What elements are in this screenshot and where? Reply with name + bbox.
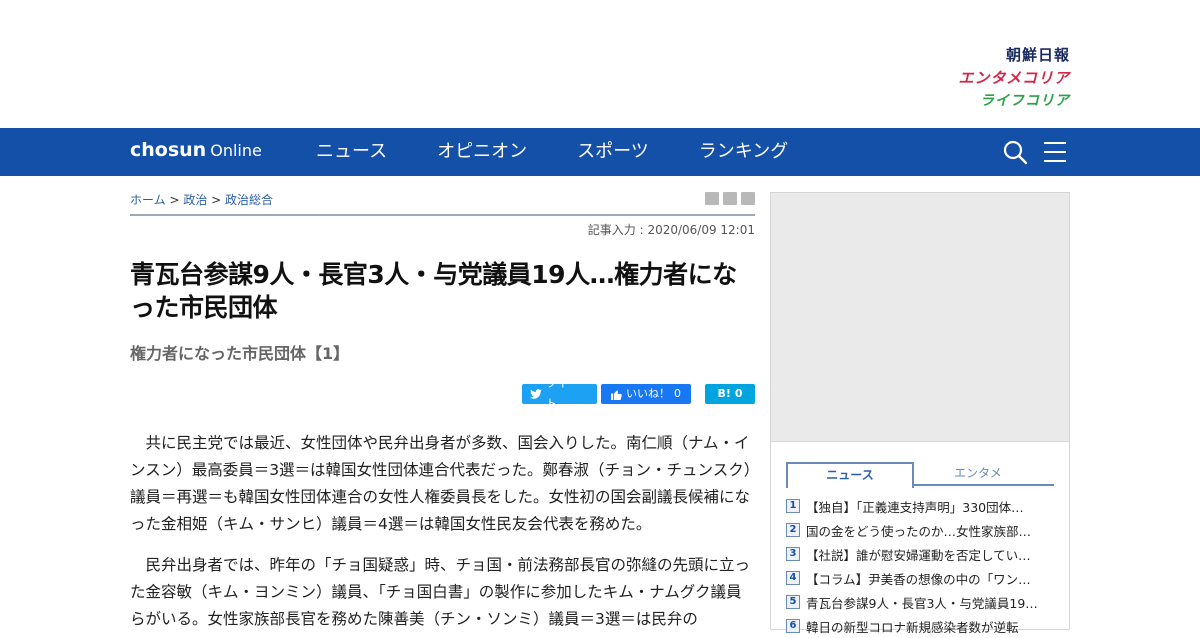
chosun-ilbo-link[interactable]: 朝鮮日報 <box>958 44 1070 67</box>
tab-news[interactable]: ニュース <box>786 462 914 488</box>
rank-number: 3 <box>786 547 800 561</box>
like-label: いいね！ <box>626 387 670 400</box>
breadcrumb-politics-general[interactable]: 政治総合 <box>225 193 273 207</box>
life-korea-link[interactable]: ライフコリア <box>958 90 1070 113</box>
main-navbar: chosun Online ニュース オピニオン スポーツ ランキング <box>0 128 1200 176</box>
facebook-like-button[interactable]: いいね！ 0 <box>601 384 691 404</box>
breadcrumb: ホーム > 政治 > 政治総合 <box>130 191 273 208</box>
thumbs-up-icon <box>611 389 622 400</box>
article-paragraph: 民弁出身者では、昨年の「チョ国疑惑」時、チョ国・前法務部長官の弥縫の先頭に立った… <box>130 556 751 628</box>
breadcrumb-row: ホーム > 政治 > 政治総合 <box>130 176 755 216</box>
article-tools <box>705 192 755 205</box>
rank-number: 4 <box>786 571 800 585</box>
print-icon[interactable] <box>705 192 719 205</box>
rank-title: 青瓦台参謀9人・長官3人・与党議員19… <box>806 595 1038 611</box>
nav-item-opinion[interactable]: オピニオン <box>437 128 527 176</box>
list-item[interactable]: 1 【独自】「正義連支持声明」330団体… <box>786 494 1054 518</box>
hatena-count: 0 <box>734 387 743 400</box>
rank-title: 国の金をどう使ったのか…女性家族部… <box>806 523 1032 539</box>
list-item[interactable]: 3 【社説】誰が慰安婦運動を否定してい… <box>786 542 1054 566</box>
rank-number: 6 <box>786 619 800 633</box>
ranking-list: 1 【独自】「正義連支持声明」330団体… 2 国の金をどう使ったのか…女性家族… <box>786 494 1054 638</box>
ad-placeholder <box>770 192 1070 442</box>
brand-links: 朝鮮日報 エンタメコリア ライフコリア <box>958 44 1070 113</box>
list-item[interactable]: 2 国の金をどう使ったのか…女性家族部… <box>786 518 1054 542</box>
ranking-box: ニュース エンタメ 1 【独自】「正義連支持声明」330団体… 2 国の金をどう… <box>770 442 1070 635</box>
rank-number: 2 <box>786 523 800 537</box>
list-item[interactable]: 4 【コラム】尹美香の想像の中の「ワン… <box>786 566 1054 590</box>
twitter-bird-icon <box>530 389 542 399</box>
rank-number: 5 <box>786 595 800 609</box>
rank-title: 【社説】誰が慰安婦運動を否定してい… <box>806 547 1031 563</box>
search-icon[interactable] <box>1002 139 1028 165</box>
article-paragraph: 共に民主党では最近、女性団体や民弁出身者が多数、国会入りした。南仁順（ナム・イン… <box>130 434 752 533</box>
rank-title: 【独自】「正義連支持声明」330団体… <box>806 499 1024 515</box>
article-date: 記事入力 : 2020/06/09 12:01 <box>587 223 755 237</box>
sidebar: ニュース エンタメ 1 【独自】「正義連支持声明」330団体… 2 国の金をどう… <box>770 192 1070 635</box>
article-body: 共に民主党では最近、女性団体や民弁出身者が多数、国会入りした。南仁順（ナム・イン… <box>130 430 755 633</box>
ranking-tabs: ニュース エンタメ <box>786 462 1054 488</box>
rank-title: 【コラム】尹美香の想像の中の「ワン… <box>806 571 1031 587</box>
nav-item-sports[interactable]: スポーツ <box>577 128 649 176</box>
list-item[interactable]: 5 青瓦台参謀9人・長官3人・与党議員19… <box>786 590 1054 614</box>
tweet-label: ツイート <box>545 377 579 410</box>
nav-menu: ニュース オピニオン スポーツ ランキング <box>316 128 838 176</box>
article-subhead: 権力者になった市民団体【1】 <box>130 344 350 363</box>
menu-icon[interactable] <box>1042 139 1068 165</box>
like-count: 0 <box>674 387 681 400</box>
breadcrumb-home[interactable]: ホーム <box>130 193 166 207</box>
back-arrow-icon[interactable] <box>741 192 755 205</box>
nav-item-ranking[interactable]: ランキング <box>699 128 788 176</box>
article-main: ホーム > 政治 > 政治総合 記事入力 : 2020/06/09 12:01 … <box>130 176 755 630</box>
tweet-button[interactable]: ツイート <box>522 377 597 410</box>
rank-title: 韓日の新型コロナ新規感染者数が逆転 <box>806 619 1019 635</box>
enta-korea-link[interactable]: エンタメコリア <box>958 67 1070 90</box>
nav-icons <box>1002 139 1068 165</box>
rank-number: 1 <box>786 499 800 513</box>
text-size-icon[interactable] <box>723 192 737 205</box>
site-logo[interactable]: chosun Online <box>130 139 262 161</box>
logo-sub: Online <box>210 141 262 160</box>
tab-entertainment[interactable]: エンタメ <box>914 462 1042 484</box>
nav-item-news[interactable]: ニュース <box>316 128 387 176</box>
breadcrumb-separator: > <box>165 193 184 207</box>
share-buttons: ツイート いいね！ 0 B! 0 <box>130 377 755 410</box>
hatena-bookmark-button[interactable]: B! 0 <box>705 384 755 404</box>
breadcrumb-separator: > <box>207 193 226 207</box>
hatena-label: B! <box>717 387 731 400</box>
breadcrumb-politics[interactable]: 政治 <box>183 193 207 207</box>
list-item[interactable]: 6 韓日の新型コロナ新規感染者数が逆転 <box>786 614 1054 638</box>
logo-main: chosun <box>130 139 207 161</box>
top-header: 朝鮮日報 エンタメコリア ライフコリア <box>0 0 1200 128</box>
article-headline: 青瓦台参謀9人・長官3人・与党議員19人…権力者になった市民団体 <box>130 260 737 322</box>
